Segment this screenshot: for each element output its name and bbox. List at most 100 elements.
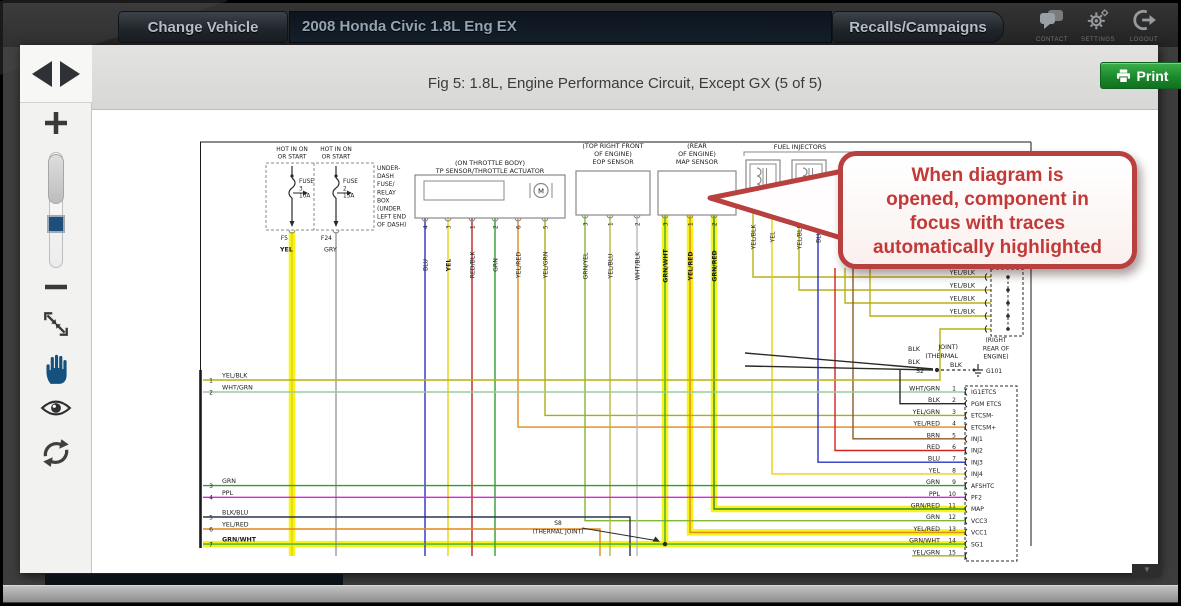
svg-text:YEL/BLU: YEL/BLU (608, 253, 615, 279)
svg-text:F24: F24 (321, 235, 332, 242)
zoom-slider-thumb[interactable] (48, 154, 64, 204)
svg-text:M: M (538, 187, 544, 195)
svg-text:3: 3 (584, 222, 590, 226)
svg-text:YEL/BLK: YEL/BLK (751, 224, 758, 251)
svg-text:MAP SENSOR: MAP SENSOR (676, 158, 719, 166)
svg-text:G101: G101 (986, 368, 1002, 375)
svg-text:WHT/BLK: WHT/BLK (635, 251, 642, 280)
svg-text:YEL: YEL (770, 231, 777, 244)
svg-text:WHT/GRN: WHT/GRN (909, 386, 940, 393)
svg-text:SG1: SG1 (971, 541, 983, 548)
svg-text:RED/BLK: RED/BLK (470, 251, 477, 279)
svg-text:2: 2 (636, 222, 642, 226)
svg-text:FUSE: FUSE (343, 179, 358, 185)
svg-text:OF ENGINE): OF ENGINE) (678, 150, 716, 158)
svg-text:S2: S2 (916, 368, 924, 375)
svg-text:WHT/GRN: WHT/GRN (222, 385, 253, 392)
left-connector-group: 1YEL/BLK2WHT/GRN3GRN4PPL5BLK/BLU6YEL/RED… (209, 373, 257, 549)
svg-text:FUSE/: FUSE/ (377, 181, 395, 188)
zoom-out-button[interactable] (20, 279, 92, 297)
settings-button[interactable]: SETTINGS (1076, 9, 1120, 47)
svg-text:ETCSM+: ETCSM+ (971, 424, 996, 431)
svg-text:YEL: YEL (928, 467, 941, 474)
svg-text:PPL: PPL (929, 491, 941, 498)
svg-text:HOT IN ON: HOT IN ON (320, 147, 352, 153)
zoom-in-button[interactable] (20, 109, 92, 142)
contact-button[interactable]: CONTACT (1030, 9, 1074, 47)
fit-to-screen-button[interactable] (20, 309, 92, 344)
svg-text:6: 6 (209, 526, 213, 533)
svg-text:1: 1 (952, 386, 956, 393)
svg-text:BRN: BRN (927, 432, 941, 439)
svg-text:BLK: BLK (908, 359, 921, 366)
svg-text:ENGINE): ENGINE) (983, 354, 1008, 361)
svg-text:BLU: BLU (423, 259, 430, 271)
svg-text:1: 1 (689, 222, 695, 226)
svg-text:F5: F5 (281, 235, 288, 242)
diagram-viewer: Fig 5: 1.8L, Engine Performance Circuit,… (20, 45, 1158, 573)
svg-text:15A: 15A (343, 194, 354, 200)
svg-text:HOT IN ON: HOT IN ON (276, 147, 308, 153)
svg-text:2: 2 (952, 397, 956, 404)
recalls-campaigns-button[interactable]: Recalls/Campaigns (832, 11, 1004, 43)
next-figure-arrow-icon[interactable] (60, 61, 80, 87)
svg-text:(ON THROTTLE BODY): (ON THROTTLE BODY) (455, 159, 525, 167)
svg-text:12: 12 (948, 514, 956, 521)
bottom-gray-strip (3, 585, 1178, 602)
zoom-slider[interactable] (49, 152, 63, 268)
svg-text:5: 5 (544, 225, 550, 229)
svg-text:YEL: YEL (279, 247, 293, 254)
svg-text:YEL/RED: YEL/RED (221, 522, 249, 529)
visibility-button[interactable] (20, 397, 92, 424)
svg-text:4: 4 (209, 495, 213, 502)
svg-text:YEL/RED: YEL/RED (516, 252, 523, 279)
print-button[interactable]: Print (1100, 62, 1181, 89)
svg-text:BLK: BLK (908, 346, 921, 353)
svg-text:3: 3 (952, 409, 956, 416)
tp-sensor-group: (ON THROTTLE BODY)TP SENSOR/THROTTLE ACT… (415, 159, 565, 279)
refresh-icon (39, 435, 73, 471)
svg-text:YEL/RED: YEL/RED (912, 421, 940, 428)
svg-text:BLK: BLK (928, 397, 941, 404)
eye-icon (40, 397, 72, 419)
svg-text:TP SENSOR/THROTTLE ACTUATOR: TP SENSOR/THROTTLE ACTUATOR (435, 167, 545, 175)
svg-text:GRN: GRN (926, 479, 940, 486)
svg-text:INJ4: INJ4 (971, 471, 983, 478)
svg-text:GRN: GRN (493, 258, 500, 272)
refresh-button[interactable] (20, 435, 92, 476)
scroll-down-nub[interactable]: ▼ (1132, 564, 1162, 577)
svg-text:4: 4 (952, 421, 956, 428)
prev-figure-arrow-icon[interactable] (32, 61, 52, 87)
svg-text:9: 9 (952, 479, 956, 486)
svg-text:7: 7 (209, 541, 213, 548)
svg-text:EOP SENSOR: EOP SENSOR (592, 158, 634, 166)
svg-text:PF2: PF2 (971, 495, 982, 502)
svg-text:OF ENGINE): OF ENGINE) (594, 150, 632, 158)
svg-text:5: 5 (952, 432, 956, 439)
svg-text:2: 2 (713, 222, 719, 226)
svg-text:10: 10 (948, 491, 956, 498)
diagram-canvas[interactable]: HOT IN ON OR START FUSE 3 10A F5 YEL HOT IN ON O… (92, 110, 1158, 573)
svg-text:(RIGHT: (RIGHT (985, 337, 1006, 344)
svg-text:1: 1 (471, 225, 477, 229)
logout-button[interactable]: LOGOUT (1122, 9, 1166, 47)
svg-text:10A: 10A (299, 194, 310, 200)
change-vehicle-button[interactable]: Change Vehicle (118, 11, 288, 43)
figure-nav (20, 45, 92, 103)
svg-text:FUSE: FUSE (299, 179, 314, 185)
svg-text:S8: S8 (554, 521, 562, 527)
svg-text:3: 3 (664, 222, 670, 226)
zoom-slider-handle[interactable] (47, 215, 65, 233)
svg-text:PGM ETCS: PGM ETCS (971, 401, 1002, 408)
minus-icon (42, 282, 70, 292)
bottom-dark-bar (45, 574, 343, 585)
svg-text:(UNDER: (UNDER (377, 206, 401, 213)
svg-text:15: 15 (948, 549, 956, 556)
svg-text:GRN/WHT: GRN/WHT (909, 538, 940, 545)
svg-text:OR START: OR START (322, 155, 351, 161)
svg-text:YEL/RED: YEL/RED (912, 526, 940, 533)
svg-text:INJ2: INJ2 (971, 448, 983, 455)
svg-text:INJ3: INJ3 (971, 459, 983, 466)
top-bar: Change Vehicle 2008 Honda Civic 1.8L Eng… (3, 3, 1178, 47)
pan-tool-button[interactable] (20, 350, 92, 391)
